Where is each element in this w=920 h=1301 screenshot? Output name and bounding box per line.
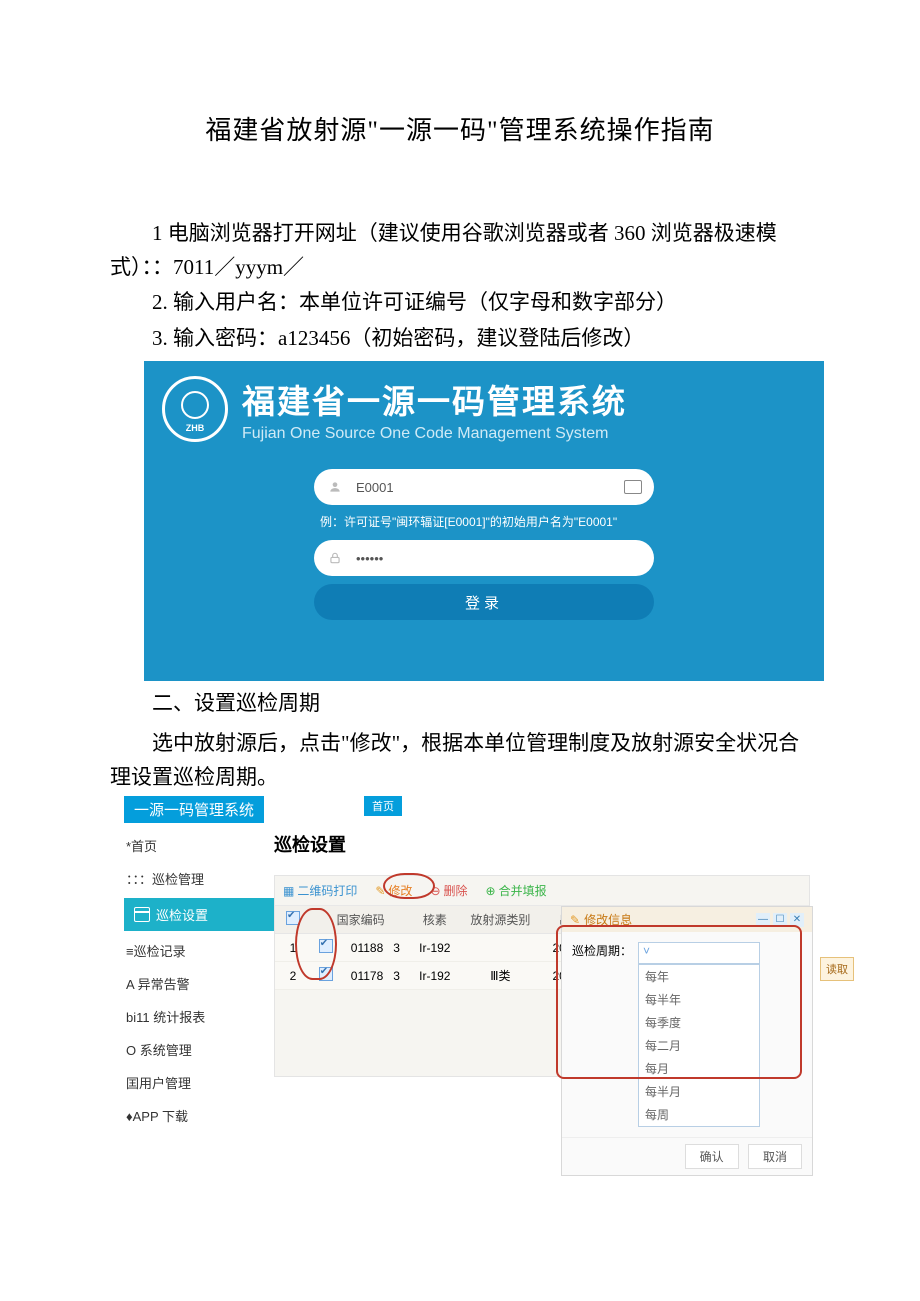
row-index: 2 [275, 962, 311, 990]
dialog-title: ✎ 修改信息 [570, 911, 632, 928]
option-item[interactable]: 每月 [639, 1057, 759, 1080]
period-options-list: 每年 每半年 每季度 每二月 每月 每半月 每周 [638, 964, 760, 1127]
login-title-cn: 福建省一源一码管理系统 [242, 375, 627, 423]
cell-category: Ⅲ类 [459, 962, 541, 990]
qr-print-button[interactable]: ▦ 二维码打印 [283, 882, 357, 899]
col-code: 国家编码 [311, 906, 410, 934]
system-name-badge: 一源一码管理系统 [124, 796, 264, 823]
sidebar-item-app[interactable]: ♦APP 下载 [124, 1099, 274, 1132]
option-item[interactable]: 每季度 [639, 1011, 759, 1034]
sidebar-item-inspect-setting[interactable]: 巡检设置 [124, 898, 274, 931]
section-2-body: 选中放射源后，点击"修改"，根据本单位管理制度及放射源安全状况合理设置巡检周期。 [110, 727, 810, 794]
calendar-icon [134, 907, 150, 922]
paragraph-1: 1 电脑浏览器打开网址（建议使用谷歌浏览器或者 360 浏览器极速模式）：：70… [110, 217, 810, 284]
login-button[interactable]: 登录 [314, 584, 654, 620]
cancel-button[interactable]: 取消 [748, 1144, 802, 1169]
cell-nuclide: Ir-192 [410, 962, 459, 990]
cell-code-b: 3 [393, 969, 400, 983]
pencil-icon: ✎ [570, 913, 580, 927]
breadcrumb-home[interactable]: 首页 [364, 796, 402, 816]
modify-dialog: ✎ 修改信息 — ☐ ✕ 巡检周期： [561, 906, 813, 1176]
dialog-field-label: 巡检周期： [572, 942, 632, 959]
zhb-logo: ZHB [162, 376, 228, 442]
dialog-title-text: 修改信息 [584, 911, 632, 928]
modify-button[interactable]: ✎ 修改 [375, 882, 412, 899]
delete-label: 删除 [444, 882, 468, 899]
cell-code-a: 01188 [351, 941, 383, 955]
sidebar: *首页 ：：：巡检管理 巡检设置 ≡巡检记录 A 异常告警 bi11 统计报表 … [124, 829, 274, 1132]
sidebar-item-sys-mgmt[interactable]: O 系统管理 [124, 1033, 274, 1066]
document-title: 福建省放射源"一源一码"管理系统操作指南 [110, 110, 810, 147]
cell-code-a: 01178 [351, 969, 383, 983]
cell-category [459, 934, 541, 962]
username-input[interactable] [354, 479, 624, 496]
col-nuclide: 核素 [410, 906, 459, 934]
section-2-heading: 二、设置巡检周期 [110, 687, 810, 721]
table-area: ▦ 二维码打印 ✎ 修改 ⊖ 删除 ⊕ 合并填报 [274, 875, 810, 1077]
login-title-en: Fujian One Source One Code Management Sy… [242, 425, 627, 443]
plus-icon: ⊕ [486, 884, 496, 898]
period-select[interactable]: ˅ [638, 942, 760, 964]
read-button[interactable]: 读取 [820, 957, 854, 981]
sidebar-item-home[interactable]: *首页 [124, 829, 274, 862]
username-row [314, 469, 654, 505]
user-icon [326, 480, 344, 494]
pencil-icon: ✎ [375, 884, 385, 898]
modify-label: 修改 [388, 882, 412, 899]
option-item[interactable]: 每周 [639, 1103, 759, 1126]
password-row [314, 540, 654, 576]
password-input[interactable] [354, 550, 642, 567]
row-checkbox[interactable] [319, 939, 333, 953]
sidebar-item-inspect-mgmt[interactable]: ：：：巡检管理 [124, 862, 274, 895]
option-item[interactable]: 每二月 [639, 1034, 759, 1057]
option-item[interactable]: 每半月 [639, 1080, 759, 1103]
sidebar-item-user-mgmt[interactable]: 囯用户管理 [124, 1066, 274, 1099]
qr-icon: ▦ [283, 884, 294, 898]
paragraph-2: 2. 输入用户名：本单位许可证编号（仅字母和数字部分） [110, 286, 810, 320]
keyboard-icon[interactable] [624, 480, 642, 494]
col-category: 放射源类别 [459, 906, 541, 934]
chevron-down-icon: ˅ [643, 944, 650, 958]
delete-button[interactable]: ⊖ 删除 [430, 882, 467, 899]
username-hint: 例：许可证号"闽环辐证[E0001]"的初始用户名为"E0001" [320, 513, 654, 530]
sidebar-item-inspect-record[interactable]: ≡巡检记录 [124, 934, 274, 967]
row-checkbox[interactable] [319, 967, 333, 981]
lock-icon [326, 551, 344, 565]
option-item[interactable]: 每半年 [639, 988, 759, 1011]
option-item[interactable]: 每年 [639, 965, 759, 988]
paragraph-3: 3. 输入密码：a123456（初始密码，建议登陆后修改） [110, 322, 810, 356]
admin-screenshot: 一源一码管理系统 首页 *首页 ：：：巡检管理 巡检设置 ≡巡检记录 A 异常告… [124, 796, 810, 1132]
sidebar-item-report[interactable]: bi11 统计报表 [124, 1000, 274, 1033]
cell-code-b: 3 [393, 941, 400, 955]
merge-label: 合并填报 [499, 882, 547, 899]
header-checkbox[interactable] [286, 911, 300, 925]
minimize-icon[interactable]: — [756, 913, 770, 927]
sidebar-item-label: 巡检设置 [156, 905, 208, 924]
close-icon[interactable]: ✕ [790, 913, 804, 927]
panel-title: 巡检设置 [274, 831, 810, 857]
maximize-icon[interactable]: ☐ [773, 913, 787, 927]
zhb-logo-text: ZHB [165, 423, 225, 433]
merge-button[interactable]: ⊕ 合并填报 [486, 882, 547, 899]
login-screenshot: ZHB 福建省一源一码管理系统 Fujian One Source One Co… [144, 361, 824, 681]
ok-button[interactable]: 确认 [685, 1144, 739, 1169]
row-index: 1 [275, 934, 311, 962]
minus-icon: ⊖ [430, 884, 440, 898]
qr-print-label: 二维码打印 [297, 882, 357, 899]
cell-nuclide: Ir-192 [410, 934, 459, 962]
sidebar-item-alarm[interactable]: A 异常告警 [124, 967, 274, 1000]
